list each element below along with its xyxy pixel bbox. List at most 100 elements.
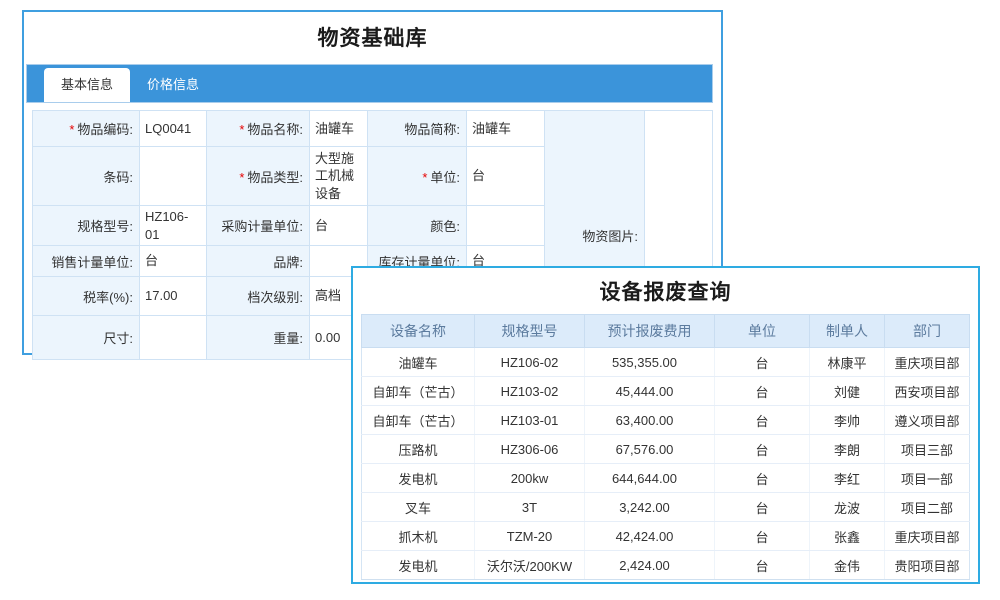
table-row: 叉车 3T 3,242.00 台 龙波 项目二部: [362, 493, 970, 522]
unit-cell: 台: [715, 464, 810, 493]
scrap-cost-cell: 45,444.00: [585, 377, 715, 406]
weight-label: 重量:: [207, 316, 310, 360]
creator-link[interactable]: 林康平: [810, 348, 885, 377]
spec-model-cell: HZ306-06: [475, 435, 585, 464]
unit-cell: 台: [715, 435, 810, 464]
department-cell: 重庆项目部: [885, 348, 970, 377]
col-header-creator: 制单人: [810, 315, 885, 348]
brand-label: 品牌:: [207, 246, 310, 277]
equipment-scrap-panel: 设备报废查询 设备名称 规格型号 预计报废费用 单位 制单人 部门 油罐车 HZ…: [351, 266, 980, 584]
spec-model-label: 规格型号:: [33, 206, 140, 246]
grade-level-label: 档次级别:: [207, 277, 310, 316]
field-label-text: 税率(%):: [83, 290, 133, 305]
device-name-link[interactable]: 发电机: [362, 551, 475, 580]
department-cell: 项目二部: [885, 493, 970, 522]
unit-cell: 台: [715, 522, 810, 551]
field-label-text: 档次级别:: [247, 290, 303, 305]
device-name-link[interactable]: 油罐车: [362, 348, 475, 377]
item-code-label: *物品编码:: [33, 111, 140, 147]
scrap-query-table: 设备名称 规格型号 预计报废费用 单位 制单人 部门 油罐车 HZ106-02 …: [361, 314, 970, 580]
device-name-link[interactable]: 压路机: [362, 435, 475, 464]
unit-cell: 台: [715, 406, 810, 435]
required-marker: *: [422, 170, 427, 185]
creator-link[interactable]: 李朗: [810, 435, 885, 464]
device-name-link[interactable]: 自卸车（芒古）: [362, 377, 475, 406]
department-cell: 重庆项目部: [885, 522, 970, 551]
purchase-unit-label: 采购计量单位:: [207, 206, 310, 246]
col-header-department: 部门: [885, 315, 970, 348]
unit-cell: 台: [715, 551, 810, 580]
table-row: 自卸车（芒古） HZ103-02 45,444.00 台 刘健 西安项目部: [362, 377, 970, 406]
table-row: 抓木机 TZM-20 42,424.00 台 张鑫 重庆项目部: [362, 522, 970, 551]
scrap-cost-cell: 67,576.00: [585, 435, 715, 464]
scrap-cost-cell: 535,355.00: [585, 348, 715, 377]
field-label-text: 物品简称:: [404, 122, 460, 137]
table-row: 自卸车（芒古） HZ103-01 63,400.00 台 李帅 遵义项目部: [362, 406, 970, 435]
form-row: *物品编码: LQ0041 *物品名称: 油罐车 物品简称: 油罐车 物资图片:: [33, 111, 713, 147]
required-marker: *: [239, 170, 244, 185]
item-name-label: *物品名称:: [207, 111, 310, 147]
department-cell: 遵义项目部: [885, 406, 970, 435]
department-cell: 西安项目部: [885, 377, 970, 406]
unit-cell: 台: [715, 493, 810, 522]
scrap-cost-cell: 644,644.00: [585, 464, 715, 493]
creator-link[interactable]: 金伟: [810, 551, 885, 580]
table-row: 发电机 沃尔沃/200KW 2,424.00 台 金伟 贵阳项目部: [362, 551, 970, 580]
col-header-device-name: 设备名称: [362, 315, 475, 348]
tab-bar: 基本信息 价格信息: [26, 64, 713, 103]
unit-cell: 台: [715, 348, 810, 377]
device-name-link[interactable]: 自卸车（芒古）: [362, 406, 475, 435]
device-name-link[interactable]: 发电机: [362, 464, 475, 493]
creator-link[interactable]: 李帅: [810, 406, 885, 435]
device-name-link[interactable]: 抓木机: [362, 522, 475, 551]
col-header-unit: 单位: [715, 315, 810, 348]
barcode-label: 条码:: [33, 147, 140, 206]
query-title: 设备报废查询: [353, 276, 978, 306]
spec-model-cell: 200kw: [475, 464, 585, 493]
spec-model-cell: 沃尔沃/200KW: [475, 551, 585, 580]
department-cell: 项目三部: [885, 435, 970, 464]
grid-header-row: 设备名称 规格型号 预计报废费用 单位 制单人 部门: [362, 315, 970, 348]
item-name-value: 油罐车: [310, 111, 368, 147]
tab-price-info[interactable]: 价格信息: [130, 68, 216, 102]
creator-link[interactable]: 龙波: [810, 493, 885, 522]
field-label-text: 销售计量单位:: [51, 255, 133, 270]
table-row: 压路机 HZ306-06 67,576.00 台 李朗 项目三部: [362, 435, 970, 464]
creator-link[interactable]: 李红: [810, 464, 885, 493]
scrap-cost-cell: 63,400.00: [585, 406, 715, 435]
item-type-value: 大型施工机械设备: [310, 147, 368, 206]
field-label-text: 重量:: [273, 331, 303, 346]
unit-cell: 台: [715, 377, 810, 406]
department-cell: 项目一部: [885, 464, 970, 493]
item-shortname-value: 油罐车: [467, 111, 545, 147]
col-header-scrap-cost: 预计报废费用: [585, 315, 715, 348]
tax-rate-label: 税率(%):: [33, 277, 140, 316]
field-label-text: 颜色:: [430, 219, 460, 234]
field-label-text: 采购计量单位:: [221, 219, 303, 234]
purchase-unit-value: 台: [310, 206, 368, 246]
spec-model-cell: HZ106-02: [475, 348, 585, 377]
creator-link[interactable]: 张鑫: [810, 522, 885, 551]
field-label-text: 单位:: [430, 170, 460, 185]
device-name-link[interactable]: 叉车: [362, 493, 475, 522]
color-value: [467, 206, 545, 246]
table-row: 发电机 200kw 644,644.00 台 李红 项目一部: [362, 464, 970, 493]
scrap-cost-cell: 3,242.00: [585, 493, 715, 522]
spec-model-value: HZ106-01: [140, 206, 207, 246]
item-code-value: LQ0041: [140, 111, 207, 147]
required-marker: *: [69, 122, 74, 137]
creator-link[interactable]: 刘健: [810, 377, 885, 406]
field-label-text: 物品名称:: [247, 122, 303, 137]
field-label-text: 物品类型:: [247, 170, 303, 185]
field-label-text: 品牌:: [273, 255, 303, 270]
tab-basic-info[interactable]: 基本信息: [44, 68, 130, 102]
department-cell: 贵阳项目部: [885, 551, 970, 580]
spec-model-cell: HZ103-02: [475, 377, 585, 406]
col-header-spec-model: 规格型号: [475, 315, 585, 348]
spec-model-cell: 3T: [475, 493, 585, 522]
field-label-text: 规格型号:: [77, 219, 133, 234]
spec-model-cell: TZM-20: [475, 522, 585, 551]
unit-value: 台: [467, 147, 545, 206]
sales-unit-value: 台: [140, 246, 207, 277]
size-label: 尺寸:: [33, 316, 140, 360]
